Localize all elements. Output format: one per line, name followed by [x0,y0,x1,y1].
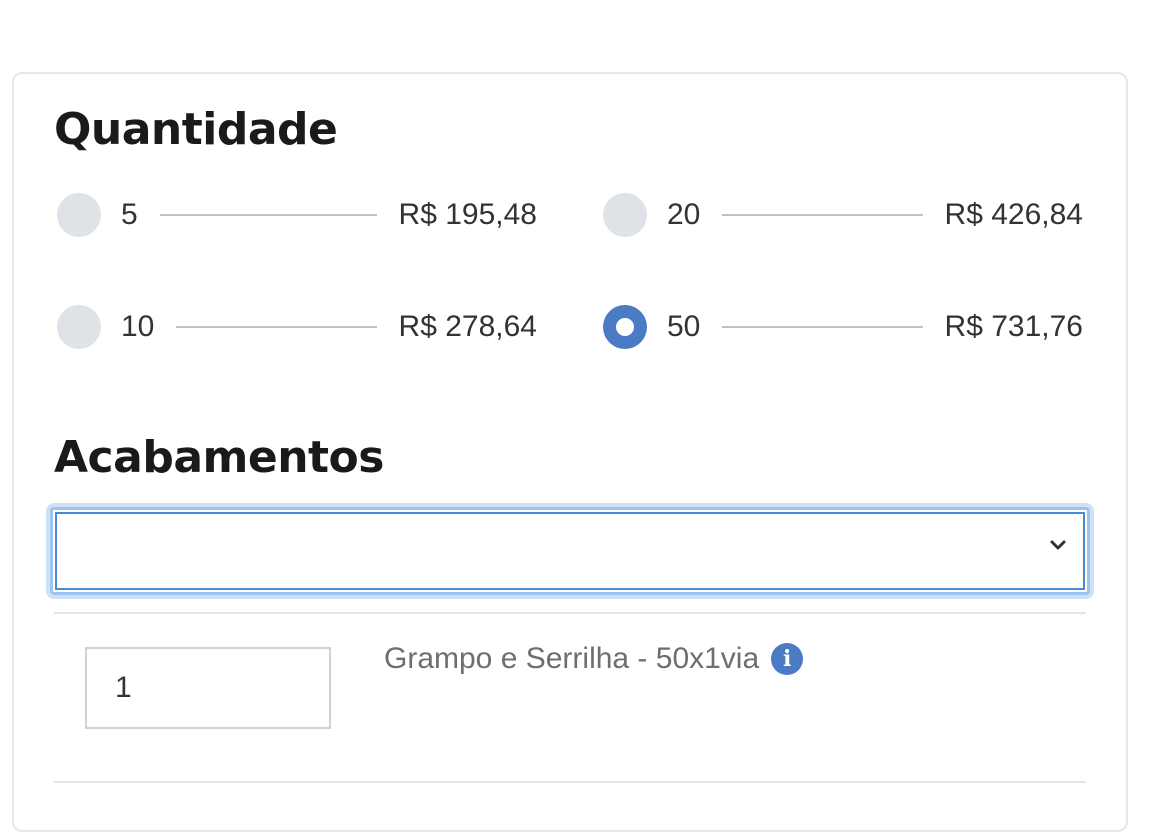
quantity-option-10[interactable]: 10 R$ 278,64 [57,304,537,350]
price-value: R$ 278,64 [398,310,537,343]
select-field[interactable] [55,512,1085,590]
quantity-option-50[interactable]: 50 R$ 731,76 [603,304,1083,350]
quantity-value: 5 [121,198,138,231]
radio-button[interactable] [57,305,101,349]
quantity-value: 10 [121,310,155,343]
leader-line [176,326,377,328]
divider [54,781,1086,783]
finishing-item-label: Grampo e Serrilha - 50x1via [384,642,760,675]
chevron-down-icon [1050,540,1066,550]
quantity-option-20[interactable]: 20 R$ 426,84 [603,192,1083,238]
quantidade-title: Quantidade [54,104,338,155]
leader-line [722,326,923,328]
leader-line [722,214,923,216]
radio-button[interactable] [57,193,101,237]
acabamentos-title: Acabamentos [54,432,384,483]
radio-button-selected[interactable] [603,305,647,349]
acabamentos-select[interactable] [50,507,1090,595]
quantity-value: 20 [667,198,701,231]
leader-line [159,214,377,216]
price-value: R$ 731,76 [944,310,1083,343]
finishing-item: Grampo e Serrilha - 50x1via i [384,642,804,676]
quantity-value: 50 [667,310,701,343]
price-value: R$ 195,48 [398,198,537,231]
price-value: R$ 426,84 [944,198,1083,231]
radio-button[interactable] [603,193,647,237]
info-icon[interactable]: i [771,643,804,675]
finishing-quantity-input[interactable]: 1 [85,647,331,729]
quantity-option-5[interactable]: 5 R$ 195,48 [57,192,537,238]
divider [54,612,1086,614]
